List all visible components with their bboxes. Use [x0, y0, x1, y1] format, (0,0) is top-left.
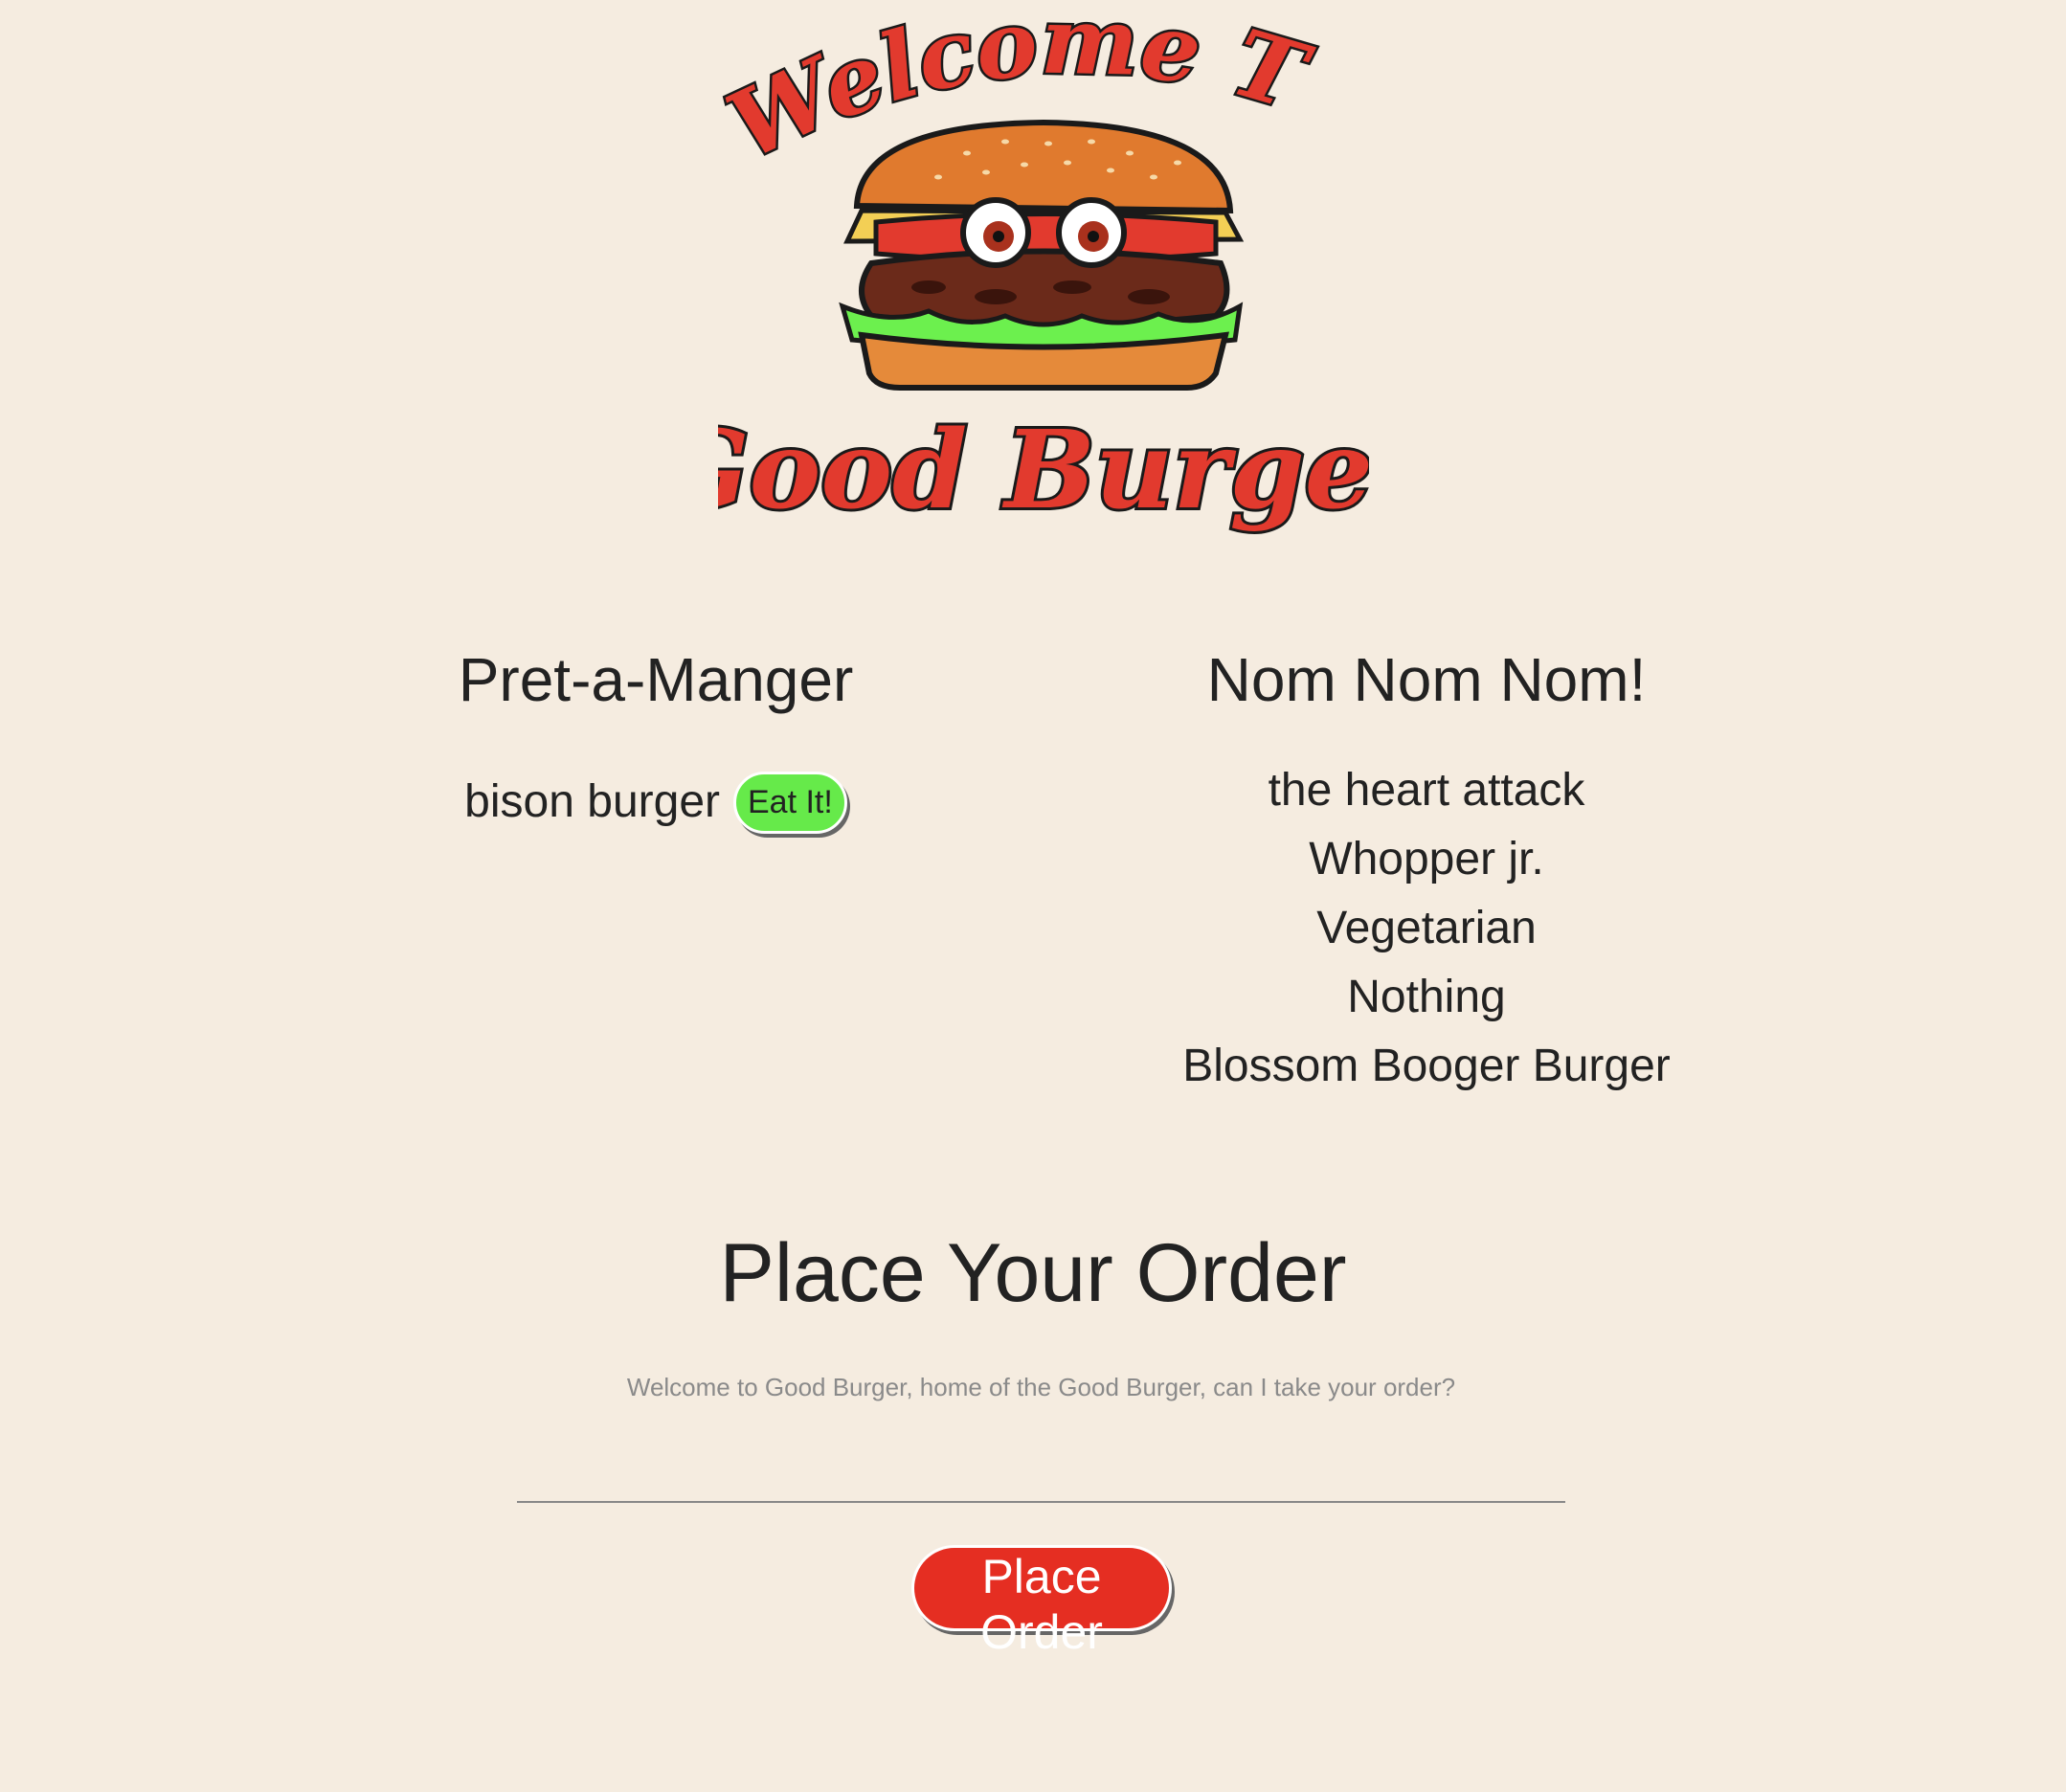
burger-item-name: bison burger: [464, 776, 720, 827]
eat-it-button[interactable]: Eat It!: [733, 771, 847, 834]
burger-icon: [839, 119, 1245, 391]
page: Welcome Tood Burge Pret-a-Manger bison b…: [0, 0, 2066, 1792]
devoured-item: Nothing: [1347, 972, 1506, 1022]
devoured-burgers-column: Nom Nom Nom! the heart attack Whopper jr…: [1101, 632, 1752, 1101]
devoured-list: the heart attack Whopper jr. Vegetarian …: [1101, 756, 1752, 1101]
burger-item: bison burger Eat It!: [345, 768, 967, 837]
devoured-heading: Nom Nom Nom!: [1206, 645, 1647, 714]
devoured-item: Blossom Booger Burger: [1182, 1041, 1671, 1091]
logo-bottom-text: Good Burger: [718, 408, 1369, 533]
good-burger-logo: Welcome Tood Burge: [718, 0, 1369, 574]
place-order-button[interactable]: Place Order: [911, 1545, 1172, 1659]
burger-order-input[interactable]: [517, 1359, 1565, 1503]
devoured-item: the heart attack: [1268, 765, 1585, 816]
devoured-item: Whopper jr.: [1309, 834, 1544, 885]
uneaten-burgers-column: Pret-a-Manger bison burger Eat It!: [345, 632, 967, 837]
devoured-item: Vegetarian: [1316, 903, 1537, 953]
place-order-title: Place Your Order: [719, 1227, 1347, 1319]
uneaten-heading: Pret-a-Manger: [458, 645, 854, 714]
